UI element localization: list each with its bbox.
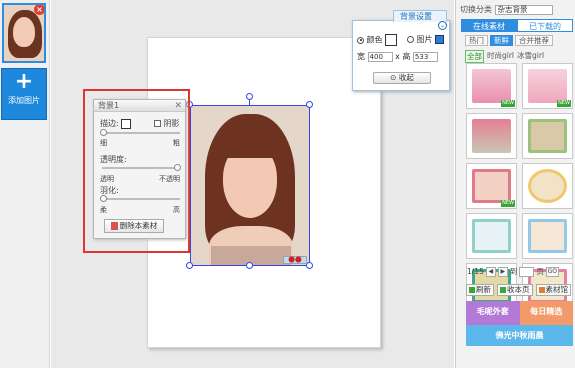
material-thumb[interactable]: NEW xyxy=(466,163,517,209)
image-radio[interactable] xyxy=(407,36,414,43)
page-input[interactable] xyxy=(519,266,535,277)
color-radio[interactable] xyxy=(357,36,364,44)
resize-handle-tr[interactable] xyxy=(306,101,313,108)
category-row: 切换分类 杂志背景 xyxy=(460,4,553,15)
slider-knob[interactable] xyxy=(100,129,107,136)
chevron-down-icon[interactable]: ⌄ xyxy=(438,21,447,30)
subtab-recommended[interactable]: 合并推荐 xyxy=(515,35,553,46)
photo-list-panel: × + 添加图片 xyxy=(0,0,50,368)
background-settings-panel: 背景设置 ⌄ 颜色 图片 宽 400 x 高 533 ⊙ 收起 xyxy=(352,10,450,91)
promo-festival[interactable]: 佛光中秋雨晨 xyxy=(466,325,573,346)
sub-tabs: 热门 新鲜 合并推荐 xyxy=(465,35,553,46)
shadow-checkbox[interactable] xyxy=(154,120,161,127)
filter-fashion-girl[interactable]: 时尚girl xyxy=(487,50,514,63)
go-button[interactable]: GO xyxy=(545,266,559,277)
material-thumb[interactable]: NEW xyxy=(466,63,517,109)
border-color-swatch[interactable] xyxy=(121,118,132,129)
resize-handle-bottom[interactable] xyxy=(246,262,253,269)
slider-knob[interactable] xyxy=(100,195,107,202)
plus-icon: + xyxy=(14,69,34,94)
promo-banners: 毛呢外套 每日精选 佛光中秋雨晨 xyxy=(466,301,573,346)
next-page-button[interactable]: ▶ xyxy=(497,266,508,277)
add-image-label: 添加图片 xyxy=(8,96,40,105)
element-settings-panel: 背景1 ✕ 描边: 阴影 细 粗 透明度: 透明 不透明 羽化: 柔 高 删除本… xyxy=(93,99,186,239)
panel-title[interactable]: 背景1 ✕ xyxy=(94,100,185,112)
promo-coat[interactable]: 毛呢外套 xyxy=(466,301,520,325)
material-thumb[interactable]: NEW xyxy=(522,63,573,109)
filter-all[interactable]: 全部 xyxy=(465,50,484,63)
material-thumb[interactable] xyxy=(466,213,517,259)
trash-icon xyxy=(110,222,118,230)
resize-handle-br[interactable] xyxy=(306,262,313,269)
material-thumb[interactable] xyxy=(466,113,517,159)
slider-knob[interactable] xyxy=(174,164,181,171)
promo-daily[interactable]: 每日精选 xyxy=(519,301,573,325)
download-icon xyxy=(500,287,506,293)
border-row: 描边: xyxy=(100,118,132,129)
delete-material-button[interactable]: 删除本素材 xyxy=(104,219,164,233)
subtab-new[interactable]: 新鲜 xyxy=(490,35,513,46)
background-settings-tab[interactable]: 背景设置 xyxy=(393,10,447,22)
resize-handle-bl[interactable] xyxy=(186,262,193,269)
width-input[interactable]: 400 xyxy=(367,51,393,62)
pager: 1/15 ◀ ▶ 到 页 GO xyxy=(467,266,559,277)
close-icon[interactable]: × xyxy=(34,5,44,15)
bg-color-option[interactable]: 颜色 xyxy=(357,34,398,46)
material-grid: NEW NEW NEW xyxy=(466,63,573,309)
image-picker-icon[interactable] xyxy=(435,35,445,44)
opacity-slider[interactable] xyxy=(102,164,181,171)
material-actions: 刷新 收本页 素材馆 xyxy=(466,284,571,296)
watermark-logo: ⬤⬤ xyxy=(283,256,307,264)
material-library-button[interactable]: 素材馆 xyxy=(535,284,571,296)
add-image-button[interactable]: + 添加图片 xyxy=(1,68,47,120)
size-row: 宽 400 x 高 533 xyxy=(357,51,438,62)
height-input[interactable]: 533 xyxy=(412,51,438,62)
refresh-button[interactable]: 刷新 xyxy=(466,284,494,296)
arrow-up-icon: ⊙ xyxy=(390,73,397,82)
material-thumb[interactable] xyxy=(522,113,573,159)
photo-thumbnail[interactable]: × xyxy=(2,3,46,63)
feather-slider[interactable] xyxy=(100,195,180,202)
refresh-icon xyxy=(469,287,475,293)
category-select[interactable]: 杂志背景 xyxy=(494,4,553,15)
collect-page-button[interactable]: 收本页 xyxy=(497,284,533,296)
material-thumb[interactable] xyxy=(522,213,573,259)
library-icon xyxy=(538,287,545,293)
tab-downloaded[interactable]: 已下载的 xyxy=(517,19,573,32)
rotate-handle[interactable] xyxy=(246,93,253,100)
filter-row: 全部 时尚girl 冰雪girl xyxy=(465,50,544,63)
tab-online[interactable]: 在线素材 xyxy=(461,19,517,32)
filter-snow-girl[interactable]: 冰雪girl xyxy=(517,50,544,63)
close-icon[interactable]: ✕ xyxy=(174,100,182,112)
shadow-row: 阴影 xyxy=(154,118,180,129)
collapse-button[interactable]: ⊙ 收起 xyxy=(373,72,431,84)
subtab-hot[interactable]: 热门 xyxy=(465,35,488,46)
material-thumb[interactable] xyxy=(522,163,573,209)
page-indicator: 1/15 xyxy=(467,267,484,276)
opacity-label: 透明度: xyxy=(100,155,127,164)
bg-image-option[interactable]: 图片 xyxy=(407,34,445,45)
bg-color-swatch[interactable] xyxy=(385,34,398,46)
prev-page-button[interactable]: ◀ xyxy=(485,266,496,277)
material-tabs: 在线素材 已下载的 xyxy=(461,19,573,32)
selected-photo[interactable] xyxy=(190,105,310,266)
border-width-slider[interactable] xyxy=(100,129,180,136)
